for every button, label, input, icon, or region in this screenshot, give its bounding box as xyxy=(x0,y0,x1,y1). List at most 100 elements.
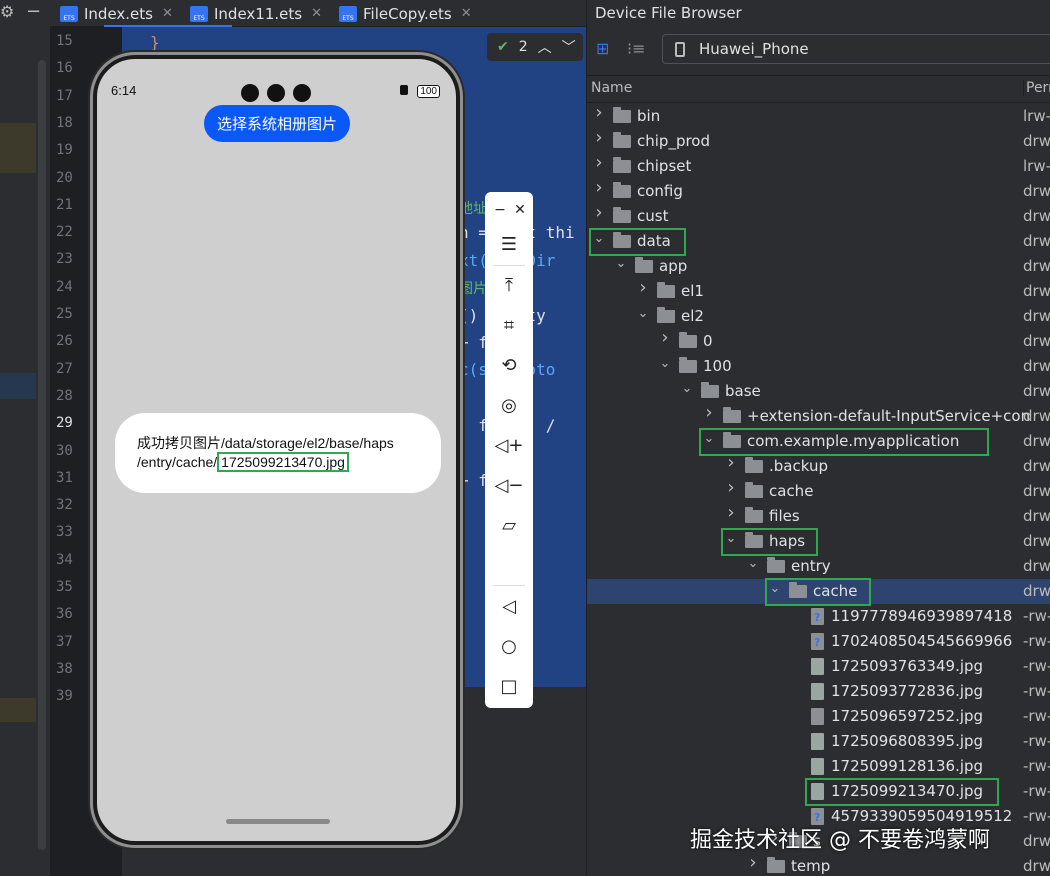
line-number: 29 xyxy=(56,415,73,432)
chevron-right-icon[interactable]: › xyxy=(747,852,759,873)
chevron-down-icon[interactable]: ⌄ xyxy=(615,256,627,271)
tree-row-permissions: drw xyxy=(1023,832,1050,850)
tree-row[interactable]: › chip_prod drw xyxy=(587,127,1050,154)
close-icon[interactable]: ✕ xyxy=(162,6,173,21)
chevron-right-icon[interactable]: › xyxy=(725,477,737,498)
tree-row-label: temp xyxy=(791,857,831,875)
chevron-up-icon[interactable]: ︿ xyxy=(538,37,552,57)
chevron-right-icon[interactable]: › xyxy=(637,277,649,298)
list-tree-icon[interactable]: ⁝≡ xyxy=(627,39,646,58)
chevron-down-icon[interactable]: ﹀ xyxy=(562,37,576,57)
chevron-down-icon[interactable]: ⌄ xyxy=(681,381,693,396)
tree-row-permissions: drw xyxy=(1023,307,1050,325)
tree-row[interactable]: 1725096808395.jpg -rw- xyxy=(587,729,1050,754)
tree-row[interactable]: ⌄ base drw xyxy=(587,379,1050,404)
pin-top-icon[interactable]: ⤒ xyxy=(485,276,533,296)
chevron-right-icon[interactable]: › xyxy=(725,452,737,473)
tree-row-label: 1725093763349.jpg xyxy=(831,657,984,675)
tree-row[interactable]: ? 1702408504545669966 -rw- xyxy=(587,629,1050,654)
ets-file-icon: ETS xyxy=(60,5,78,22)
minimize-panel-icon[interactable]: − xyxy=(26,1,41,22)
chevron-right-icon[interactable]: › xyxy=(593,202,605,223)
folder-icon xyxy=(613,207,631,223)
chevron-right-icon[interactable]: › xyxy=(659,327,671,348)
phone-emulator[interactable]: 6:14 100 选择系统相册图片 成功拷贝图片/data/storage/el… xyxy=(93,55,460,845)
tab-index11-ets[interactable]: ETS Index11.ets ✕ xyxy=(190,0,322,27)
device-dropdown[interactable]: Huawei_Phone xyxy=(662,34,1050,64)
tree-row[interactable]: › bin lrw- xyxy=(587,102,1050,129)
tree-row-permissions: drw xyxy=(1023,557,1050,575)
chevron-right-icon[interactable]: › xyxy=(593,177,605,198)
close-icon[interactable]: ✕ xyxy=(311,6,322,21)
tree-row[interactable]: › files drw xyxy=(587,502,1050,529)
tree-row[interactable]: 1725096597252.jpg -rw- xyxy=(587,704,1050,729)
tree-row-label: chip_prod xyxy=(637,132,711,150)
tree-row[interactable]: ⌄ 100 drw xyxy=(587,354,1050,379)
phone-icon xyxy=(675,41,685,57)
tree-row-permissions: -rw- xyxy=(1023,782,1050,800)
volume-down-icon[interactable]: ◁− xyxy=(485,476,533,496)
highlight-box xyxy=(805,778,1000,806)
home-icon[interactable]: ○ xyxy=(485,637,533,657)
tree-row[interactable]: ⌄ app drw xyxy=(587,254,1050,279)
highlight-box xyxy=(589,228,686,256)
tree-row[interactable]: › chipset lrw- xyxy=(587,152,1050,179)
chevron-right-icon[interactable]: › xyxy=(593,152,605,173)
home-indicator[interactable] xyxy=(226,819,330,824)
tree-row[interactable]: ⌄ entry drw xyxy=(587,554,1050,579)
tree-row[interactable]: › el1 drw xyxy=(587,277,1050,304)
volume-up-icon[interactable]: ◁+ xyxy=(485,436,533,456)
recents-icon[interactable]: □ xyxy=(485,677,533,697)
tree-row[interactable]: › +extension-default-InputService+con drw xyxy=(587,402,1050,429)
chevron-right-icon[interactable]: › xyxy=(725,502,737,523)
watermark: 掘金技术社区 @ 不要卷鸿蒙啊 xyxy=(690,828,990,853)
close-icon[interactable]: ✕ xyxy=(496,200,544,220)
rotate-icon[interactable]: ⟲ xyxy=(485,356,533,376)
gear-icon[interactable]: ⚙ xyxy=(0,2,14,24)
pick-album-image-button[interactable]: 选择系统相册图片 xyxy=(204,105,350,142)
chevron-right-icon[interactable]: › xyxy=(593,102,605,123)
tree-row[interactable]: › 0 drw xyxy=(587,327,1050,354)
tree-row[interactable]: 1725099128136.jpg -rw- xyxy=(587,754,1050,779)
tree-row[interactable]: 1725093772836.jpg -rw- xyxy=(587,679,1050,704)
chevron-down-icon[interactable]: ⌄ xyxy=(637,306,649,321)
grid-icon[interactable]: ⊞ xyxy=(596,39,609,58)
folder-icon xyxy=(657,307,675,323)
tree-row-label: 1197778946939897418 xyxy=(831,607,1013,625)
tree-row[interactable]: › temp drw xyxy=(587,852,1050,876)
crop-icon[interactable]: ⌗ xyxy=(485,316,533,336)
line-number: 19 xyxy=(56,142,73,159)
close-icon[interactable]: ✕ xyxy=(461,6,472,21)
tree-row-permissions: drw xyxy=(1023,382,1050,400)
result-card: 成功拷贝图片/data/storage/el2/base/haps /entry… xyxy=(115,413,441,493)
image-file-icon xyxy=(811,758,824,775)
tree-row[interactable]: › .backup drw xyxy=(587,452,1050,479)
chevron-down-icon[interactable]: ⌄ xyxy=(747,556,759,571)
tree-row[interactable]: ⌄ haps drw xyxy=(587,529,1050,554)
inspections-widget[interactable]: ✔ 2 ︿ ﹀ xyxy=(487,33,583,61)
line-number: 20 xyxy=(56,169,73,186)
tree-row[interactable]: ? 1197778946939897418 -rw- xyxy=(587,604,1050,629)
chevron-right-icon[interactable]: › xyxy=(703,402,715,423)
tree-row[interactable]: › cache drw xyxy=(587,477,1050,504)
tree-row-label: config xyxy=(637,182,683,200)
menu-icon[interactable]: ☰ xyxy=(485,235,533,255)
rotate-device-icon[interactable]: ▱ xyxy=(485,516,533,536)
tree-row[interactable]: ⌄ el2 drw xyxy=(587,304,1050,329)
emulator-toolbar: − ✕ ☰ ⤒ ⌗ ⟲ ◎ ◁+ ◁− ▱ ◁ ○ □ xyxy=(485,192,533,708)
line-number: 18 xyxy=(56,114,73,131)
column-name[interactable]: Name xyxy=(591,80,632,96)
tree-row[interactable]: › cust drw xyxy=(587,202,1050,229)
chevron-right-icon[interactable]: › xyxy=(593,127,605,148)
tab-filecopy-ets[interactable]: ETS FileCopy.ets ✕ xyxy=(339,0,472,27)
chevron-down-icon[interactable]: ⌄ xyxy=(659,356,671,371)
tree-row[interactable]: › config drw xyxy=(587,177,1050,204)
gutter-highlight xyxy=(0,123,36,173)
screenshot-icon[interactable]: ◎ xyxy=(485,396,533,416)
gutter-scrollbar[interactable] xyxy=(38,60,46,850)
column-permissions[interactable]: Pern xyxy=(1023,80,1050,96)
tree-row-permissions: -rw- xyxy=(1023,632,1050,650)
tree-row[interactable]: 1725093763349.jpg -rw- xyxy=(587,654,1050,679)
tab-index-ets[interactable]: ETS Index.ets ✕ xyxy=(60,0,173,27)
back-icon[interactable]: ◁ xyxy=(485,597,533,617)
